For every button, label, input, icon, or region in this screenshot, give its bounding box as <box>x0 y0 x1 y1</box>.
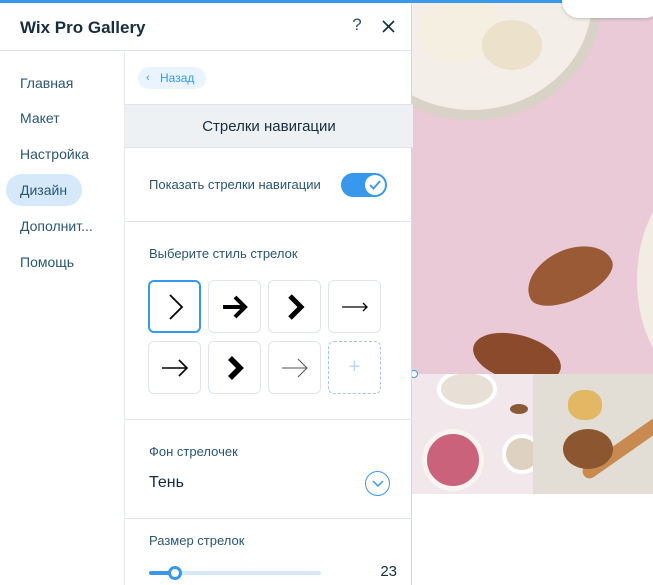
chevron-thin-right-icon <box>168 293 183 320</box>
nav-item-main[interactable]: Главная <box>6 67 73 99</box>
panel-header: Wix Pro Gallery ? <box>0 3 411 51</box>
gallery-image-spoon[interactable] <box>533 374 653 494</box>
arrow-style-option-4[interactable] <box>328 280 381 333</box>
arrow-size-value[interactable]: 23 <box>357 563 397 580</box>
bowl-raspberries <box>422 429 484 491</box>
nav-item-advanced[interactable]: Дополнит... <box>6 210 93 242</box>
settings-panel: Wix Pro Gallery ? Главная Макет Настройк… <box>0 0 413 585</box>
settings-content: ‹ Назад Стрелки навигации Показать стрел… <box>124 52 413 585</box>
add-arrow-style-button[interactable]: + <box>328 341 381 394</box>
close-icon[interactable] <box>378 14 400 38</box>
help-icon[interactable]: ? <box>347 15 367 39</box>
checkmark-icon <box>369 180 381 190</box>
arrow-style-option-7[interactable] <box>268 341 321 394</box>
divider <box>125 221 412 222</box>
walnut-pile <box>563 429 613 469</box>
arrow-style-option-2[interactable] <box>208 280 261 333</box>
show-arrows-label: Показать стрелки навигации <box>149 177 321 192</box>
bowl-shape <box>502 434 533 474</box>
almond <box>517 233 621 317</box>
bowl-shape <box>437 374 497 409</box>
chevron-heavy-right-icon <box>227 355 244 380</box>
section-title: Стрелки навигации <box>125 104 413 148</box>
nav-item-help[interactable]: Помощь <box>6 246 74 278</box>
add-icon: + <box>348 356 361 378</box>
arrow-medium-right-icon <box>161 358 188 377</box>
nav-item-settings[interactable]: Настройка <box>6 138 89 170</box>
almond <box>467 324 567 374</box>
cookie <box>568 390 602 420</box>
divider <box>125 419 412 420</box>
chevron-down-icon[interactable] <box>365 471 390 496</box>
arrow-style-label: Выберите стиль стрелок <box>149 246 298 261</box>
side-nav: Главная Макет Настройка Дизайн Дополнит.… <box>0 52 124 585</box>
coconut-chip <box>482 20 542 70</box>
back-button-label: Назад <box>160 71 195 85</box>
divider <box>125 518 412 519</box>
arrow-style-option-1[interactable] <box>148 280 201 333</box>
arrow-style-option-6[interactable] <box>208 341 261 394</box>
back-button[interactable]: ‹ Назад <box>138 67 207 89</box>
panel-title: Wix Pro Gallery <box>20 18 146 37</box>
gallery-canvas <box>412 0 653 585</box>
toolbar-pill[interactable] <box>562 0 653 18</box>
show-arrows-toggle[interactable] <box>341 173 387 197</box>
toggle-knob <box>365 175 385 195</box>
arrow-size-slider[interactable] <box>149 566 321 580</box>
arrow-style-option-3[interactable] <box>268 280 321 333</box>
arrow-size-label: Размер стрелок <box>149 533 245 548</box>
chevron-left-icon: ‹ <box>146 72 150 84</box>
nut <box>510 404 528 414</box>
arrow-bold-right-icon <box>222 295 248 318</box>
arrow-thin-long-right-icon <box>341 302 368 311</box>
arrow-style-option-5[interactable] <box>148 341 201 394</box>
nav-item-design[interactable]: Дизайн <box>6 174 82 206</box>
gallery-image-nuts-bowl[interactable] <box>412 0 653 374</box>
arrow-light-right-icon <box>281 358 308 377</box>
gallery-image-bowls[interactable] <box>412 374 533 494</box>
slider-thumb[interactable] <box>167 566 182 580</box>
bowl-shape <box>637 180 653 374</box>
chevron-bold-right-icon <box>287 293 305 320</box>
arrow-background-dropdown-value[interactable]: Тень <box>149 474 184 492</box>
arrow-background-label: Фон стрелочек <box>149 444 238 459</box>
nav-item-layout[interactable]: Макет <box>6 102 60 134</box>
